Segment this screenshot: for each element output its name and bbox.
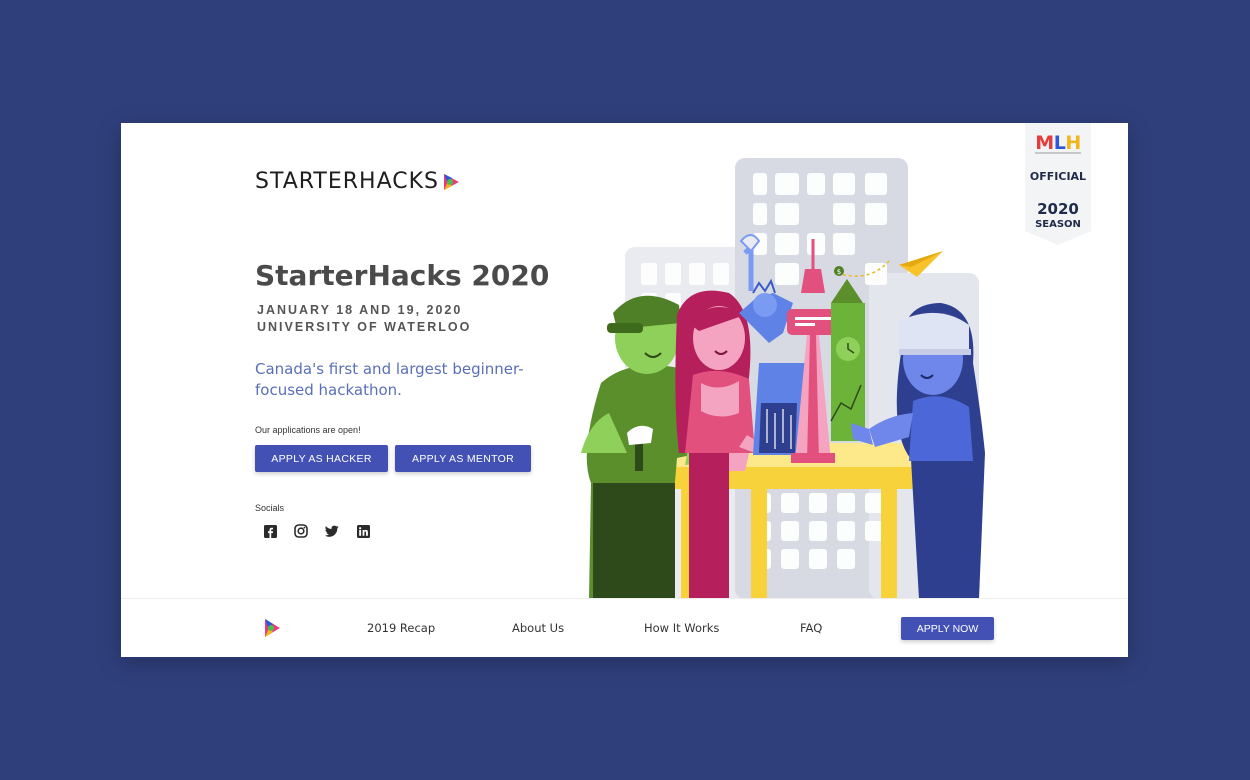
- svg-text:MLH: MLH: [1035, 132, 1080, 154]
- nav-faq[interactable]: FAQ: [800, 621, 822, 635]
- starterhacks-logo[interactable]: STARTERHACKS: [255, 169, 460, 194]
- instagram-icon[interactable]: [294, 524, 308, 538]
- hero-illustration: $: [581, 158, 985, 599]
- mlh-official-label: OFFICIAL: [1030, 170, 1086, 183]
- mlh-season-label: SEASON: [1035, 219, 1081, 230]
- svg-text:$: $: [837, 268, 841, 276]
- twitter-icon[interactable]: [325, 524, 339, 538]
- event-venue: UNIVERSITY OF WATERLOO: [257, 320, 472, 334]
- applications-status: Our applications are open!: [255, 425, 361, 435]
- linkedin-icon[interactable]: [356, 524, 370, 538]
- footer-nav: 2019 Recap About Us How It Works FAQ APP…: [121, 598, 1128, 657]
- apply-mentor-button[interactable]: APPLY AS MENTOR: [395, 445, 531, 472]
- logo-text: STARTERHACKS: [255, 169, 440, 194]
- mlh-badge[interactable]: MLH OFFICIAL 2020 SEASON: [1025, 123, 1091, 245]
- socials-label: Socials: [255, 503, 285, 513]
- play-logo-icon: [444, 173, 460, 190]
- nav-about-us[interactable]: About Us: [512, 621, 564, 635]
- play-logo-icon[interactable]: [263, 618, 281, 638]
- mlh-season-year: 2020: [1037, 200, 1079, 218]
- event-date: JANUARY 18 AND 19, 2020: [257, 303, 463, 317]
- page-title: StarterHacks 2020: [255, 259, 550, 292]
- apply-hacker-button[interactable]: APPLY AS HACKER: [255, 445, 388, 472]
- nav-2019-recap[interactable]: 2019 Recap: [367, 621, 435, 635]
- facebook-icon[interactable]: [263, 524, 277, 538]
- apply-now-button[interactable]: APPLY NOW: [901, 617, 994, 640]
- landing-card: STARTERHACKS StarterHacks 2020 JANUARY 1…: [121, 123, 1128, 657]
- nav-how-it-works[interactable]: How It Works: [644, 621, 719, 635]
- tagline: Canada's first and largest beginner-focu…: [255, 360, 524, 399]
